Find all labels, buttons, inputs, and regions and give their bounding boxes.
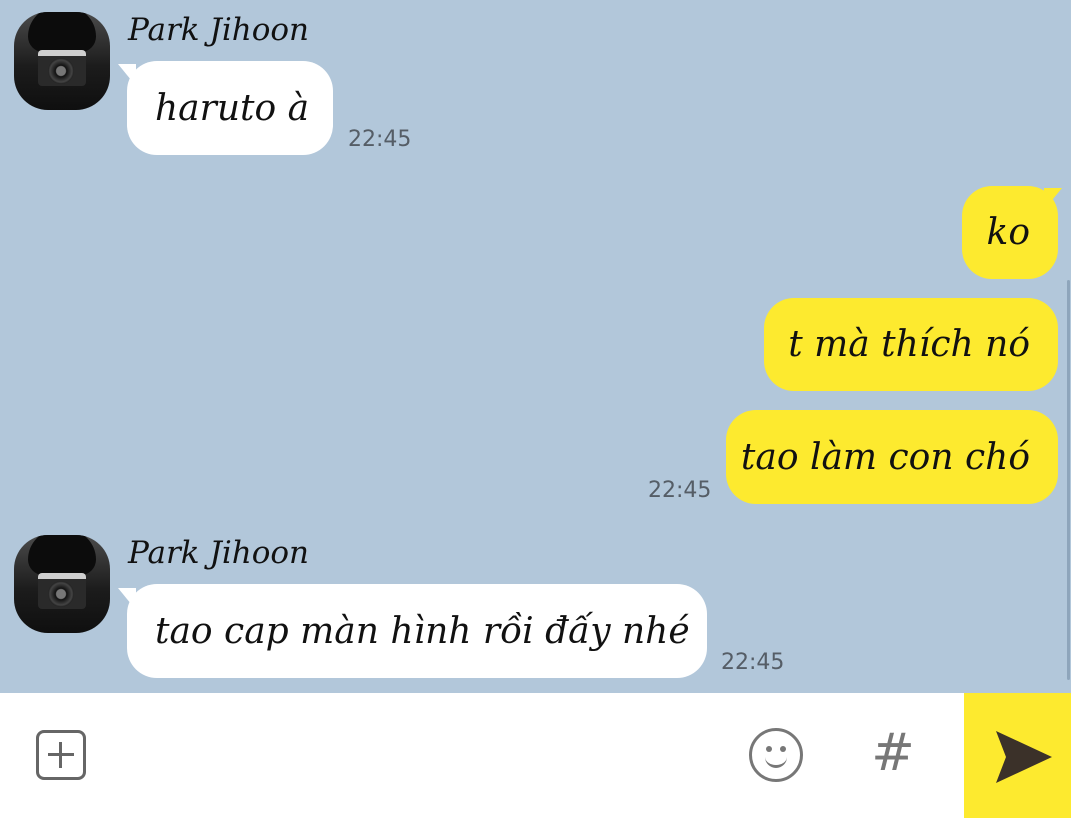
- smiley-eye: [766, 746, 772, 752]
- send-arrow-icon: [996, 731, 1052, 783]
- message-bubble-outgoing[interactable]: t mà thích nó: [764, 298, 1058, 391]
- chat-area: Park Jihoon haruto à 22:45 ko t mà thích…: [0, 0, 1071, 693]
- plus-square-icon[interactable]: [36, 730, 86, 780]
- avatar-lens: [48, 581, 74, 607]
- hashtag-button[interactable]: #: [868, 723, 918, 783]
- smiley-eye: [780, 746, 786, 752]
- smiley-icon[interactable]: [749, 728, 803, 782]
- sender-name: Park Jihoon: [128, 535, 310, 571]
- message-bubble-incoming[interactable]: haruto à: [127, 61, 333, 155]
- message-time: 22:45: [721, 650, 785, 675]
- message-bubble-outgoing[interactable]: ko: [962, 186, 1058, 279]
- smiley-mouth: [765, 753, 787, 768]
- chat-scrollbar[interactable]: [1067, 280, 1070, 680]
- sender-name: Park Jihoon: [128, 12, 310, 48]
- avatar-lens: [48, 58, 74, 84]
- message-bubble-outgoing[interactable]: tao làm con chó: [726, 410, 1058, 504]
- message-time: 22:45: [648, 478, 712, 503]
- message-time: 22:45: [348, 127, 412, 152]
- avatar-park-jihoon[interactable]: [14, 12, 110, 110]
- avatar-hair: [28, 535, 96, 575]
- send-button[interactable]: [964, 693, 1071, 818]
- avatar-park-jihoon[interactable]: [14, 535, 110, 633]
- message-bubble-incoming[interactable]: tao cap màn hình rồi đấy nhé: [127, 584, 707, 678]
- avatar-hair: [28, 12, 96, 52]
